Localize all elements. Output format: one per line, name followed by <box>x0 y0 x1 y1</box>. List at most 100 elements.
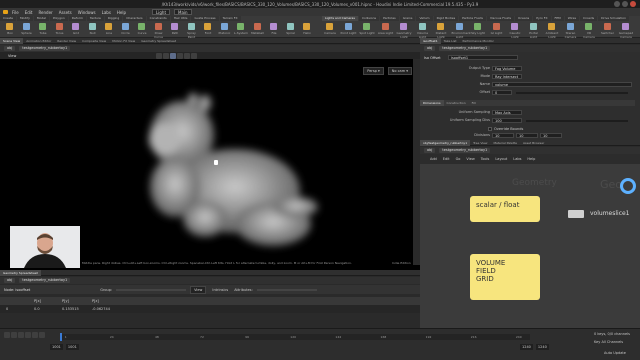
tab-composite-view[interactable]: Composite View <box>79 38 109 44</box>
table-row[interactable]: 0 0.0 0.153515 -0.062744 <box>0 305 420 313</box>
node-name-field[interactable]: isooffset1 <box>448 55 518 60</box>
key-all-button[interactable]: Key All Channels <box>594 340 623 344</box>
offset-field[interactable]: 0 <box>492 90 512 95</box>
tab-take-list[interactable]: Take List <box>441 38 460 44</box>
column-header[interactable]: P[z] <box>92 299 99 303</box>
path-obj[interactable]: obj <box>4 278 16 283</box>
path-node[interactable]: testgeometry_rubbertoy1 <box>439 46 491 51</box>
column-header[interactable]: P[x] <box>34 299 41 303</box>
menu-labs[interactable]: Labs <box>102 10 111 15</box>
view-menu[interactable]: View <box>190 285 207 294</box>
display-tool-icon[interactable] <box>156 52 163 59</box>
path-obj[interactable]: obj <box>424 148 436 153</box>
tab-motion-fx-view[interactable]: Motion FX View <box>109 38 138 44</box>
shelf-tool-icon[interactable] <box>154 23 162 30</box>
shelf-tool-icon[interactable] <box>381 23 389 30</box>
display-tool-icon[interactable] <box>177 52 184 59</box>
tab-asset-browser[interactable]: Asset Browser <box>520 140 547 146</box>
shelf-tool-icon[interactable] <box>455 23 463 30</box>
shelf-tool-icon[interactable] <box>138 23 145 30</box>
shelf-tool-icon[interactable] <box>622 23 629 30</box>
menu-tools[interactable]: Tools <box>481 157 490 161</box>
maximize-button[interactable] <box>622 1 628 7</box>
tab-geometry-spreadsheet[interactable]: Geometry Spreadsheet <box>0 269 41 276</box>
shelf-tool-icon[interactable] <box>55 23 63 30</box>
shelf-tool-icon[interactable] <box>474 23 481 30</box>
tab-animation-editor[interactable]: Animation Editor <box>23 38 54 44</box>
division-x-field[interactable]: 10 <box>492 133 514 138</box>
division-z-field[interactable]: 10 <box>540 133 562 138</box>
shelf-tool-icon[interactable] <box>237 23 244 30</box>
path-node[interactable]: testgeometry_rubbertoy1 <box>439 148 491 153</box>
tab-geometry-spreadsheet[interactable]: Geometry Spreadsheet <box>138 38 179 44</box>
path-obj[interactable]: obj <box>424 46 436 51</box>
shelf-tab[interactable]: Viscous Fluids <box>486 16 515 21</box>
path-node[interactable]: testgeometry_rubbertoy1 <box>19 278 71 283</box>
attributes-field[interactable] <box>256 288 317 291</box>
menu-windows[interactable]: Windows <box>78 10 96 15</box>
display-tool-icon[interactable] <box>163 52 170 59</box>
display-tool-icon[interactable] <box>184 52 191 59</box>
shelf-tool-icon[interactable] <box>492 23 500 30</box>
output-type-select[interactable]: Fog Volume <box>492 66 522 71</box>
jump-start-icon[interactable] <box>4 332 10 338</box>
current-frame-field[interactable]: 1001 <box>65 344 79 350</box>
menu-help[interactable]: Help <box>527 157 535 161</box>
menu-edit[interactable]: Edit <box>443 157 450 161</box>
menu-labs[interactable]: Labs <box>513 157 521 161</box>
sticky-note[interactable]: VOLUME FIELD GRID <box>470 254 540 300</box>
shelf-tab[interactable]: Polygon <box>49 16 68 21</box>
uniform-sampling-select[interactable]: Max Axis <box>492 110 522 115</box>
division-y-field[interactable]: 10 <box>516 133 538 138</box>
shelf-tool-icon[interactable] <box>529 23 537 30</box>
volumeslice-node[interactable] <box>568 210 584 218</box>
shelf-tool-icon[interactable] <box>88 23 96 30</box>
tab-dimensions[interactable]: Dimensions <box>420 100 444 106</box>
menu-view[interactable]: View <box>466 157 474 161</box>
auto-update-select[interactable]: Auto Update <box>604 351 626 355</box>
shelf-tab[interactable]: Rigid Bodies <box>433 16 459 21</box>
shelf-tab[interactable]: Drive Simulation <box>598 16 630 21</box>
persp-menu[interactable]: Persp ▾ <box>363 67 384 75</box>
shelf-tool-icon[interactable] <box>344 23 352 30</box>
tab-material-palette[interactable]: Material Palette <box>490 140 520 146</box>
menu-render[interactable]: Render <box>38 10 52 15</box>
shelf-tab[interactable]: Rigging <box>104 16 123 21</box>
menu-layout[interactable]: Layout <box>495 157 507 161</box>
name-field[interactable]: volume <box>492 82 632 87</box>
step-back-icon[interactable] <box>11 332 17 338</box>
shelf-tool-icon[interactable] <box>220 23 228 30</box>
step-forward-icon[interactable] <box>32 332 38 338</box>
shelf-tool-icon[interactable] <box>437 23 444 30</box>
tab-fill[interactable]: Fill <box>469 100 479 106</box>
shelf-tool-icon[interactable] <box>121 23 129 30</box>
offset-slider[interactable] <box>516 92 628 94</box>
shelf-tab[interactable]: Crowds <box>580 16 598 21</box>
shelf-tool-icon[interactable] <box>72 23 79 30</box>
sampling-divs-field[interactable]: 100 <box>492 118 522 123</box>
play-icon[interactable] <box>25 332 31 338</box>
menu-assets[interactable]: Assets <box>59 10 72 15</box>
nocam-menu[interactable]: No cam ▾ <box>387 67 412 75</box>
menu-go[interactable]: Go <box>456 157 461 161</box>
display-tool-icon[interactable] <box>170 52 177 59</box>
end-frame-field[interactable]: 1240 <box>520 344 533 350</box>
current-frame-marker[interactable] <box>60 333 62 341</box>
shelf-tab[interactable]: Constraints <box>146 16 170 21</box>
display-tool-icon[interactable] <box>191 52 198 59</box>
shelf-tool-icon[interactable] <box>400 23 407 30</box>
shelf-tool-icon[interactable] <box>204 23 211 30</box>
start-frame-field[interactable]: 1001 <box>50 344 63 350</box>
shelf-tab[interactable]: Characters <box>123 16 146 21</box>
tab-render-view[interactable]: Render View <box>54 38 79 44</box>
shelf-tool-icon[interactable] <box>187 23 195 30</box>
shelf-tool-icon[interactable] <box>511 23 518 30</box>
intrinsics-label[interactable]: Intrinsics <box>212 288 228 292</box>
tab-performance-monitor[interactable]: Performance Monitor <box>460 38 497 44</box>
shelf-tool-icon[interactable] <box>171 23 178 30</box>
shelf-tool-icon[interactable] <box>548 23 555 30</box>
path-node[interactable]: testgeometry_rubbertoy1 <box>19 46 71 51</box>
shelf-tab[interactable]: Deform <box>68 16 86 21</box>
menu-edit[interactable]: Edit <box>25 10 33 15</box>
shelf-tab[interactable]: Modify <box>16 16 33 21</box>
